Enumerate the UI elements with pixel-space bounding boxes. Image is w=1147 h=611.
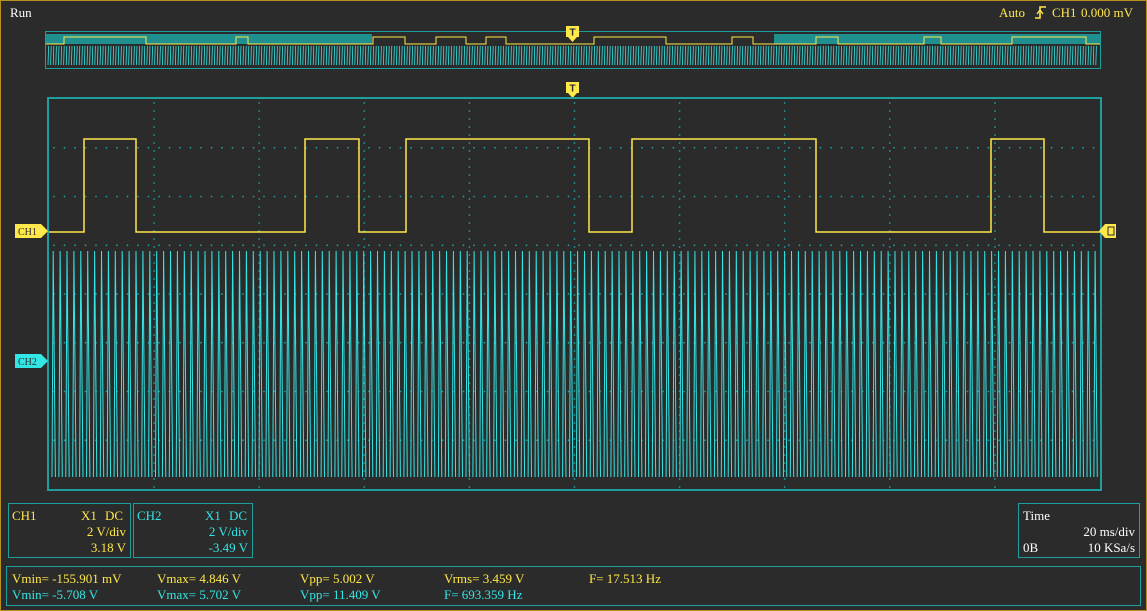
ch1-vmin: Vmin= -155.901 mV: [12, 571, 122, 586]
ch2-probe: X1: [205, 508, 221, 523]
timebase-title: Time: [1023, 508, 1050, 523]
ch1-frequency: F= 17.513 Hz: [589, 571, 661, 586]
timebase-panel[interactable]: Time 20 ms/div 0B 10 KSa/s: [1018, 503, 1140, 558]
ch2-offset: -3.49 V: [208, 540, 248, 555]
ch2-vmax: Vmax= 5.702 V: [157, 587, 242, 602]
ch1-vmax: Vmax= 4.846 V: [157, 571, 242, 586]
ch1-settings-panel[interactable]: CH1 X1 DC 2 V/div 3.18 V: [8, 503, 131, 558]
svg-text:CH2: CH2: [18, 357, 37, 368]
overview-window-left: [46, 34, 372, 44]
svg-text:T: T: [569, 84, 575, 95]
ch2-name: CH2: [137, 508, 162, 523]
overview-ch2-trace: [47, 45, 1097, 66]
trigger-level[interactable]: 0.000 mV: [1081, 5, 1133, 21]
trigger-position-marker[interactable]: T: [566, 82, 580, 98]
ch2-vpp: Vpp= 11.409 V: [300, 587, 381, 602]
trigger-mode[interactable]: Auto: [999, 5, 1025, 21]
overview-window-right: [774, 34, 1100, 44]
ch1-level-marker[interactable]: CH1: [15, 224, 49, 238]
ch1-vrms: Vrms= 3.459 V: [444, 571, 525, 586]
ch2-coupling: DC: [229, 508, 248, 523]
ch2-settings-panel[interactable]: CH2 X1 DC 2 V/div -3.49 V: [133, 503, 253, 558]
rising-edge-trigger-icon: [1034, 4, 1048, 20]
ch2-frequency: F= 693.359 Hz: [444, 587, 523, 602]
svg-text:CH1: CH1: [18, 227, 37, 238]
ch1-coupling: DC: [105, 508, 124, 523]
trigger-level-marker[interactable]: [1099, 224, 1117, 238]
sample-rate: 10 KSa/s: [1087, 540, 1135, 555]
ch1-scale: 2 V/div: [86, 524, 126, 539]
timebase-scale: 20 ms/div: [1083, 524, 1135, 539]
ch1-offset: 3.18 V: [90, 540, 126, 555]
ch2-level-marker[interactable]: CH2: [15, 354, 49, 368]
svg-text:T: T: [569, 28, 575, 39]
waveform-display[interactable]: [47, 97, 1102, 491]
ch2-trace: [51, 250, 1098, 478]
overview-trigger-marker[interactable]: T: [566, 26, 580, 42]
ch1-probe: X1: [81, 508, 97, 523]
ch2-scale: 2 V/div: [208, 524, 248, 539]
ch1-trace: [49, 138, 1100, 233]
run-status[interactable]: Run: [10, 5, 32, 21]
ch1-name: CH1: [12, 508, 37, 523]
measurement-bar: Vmin= -155.901 mV Vmax= 4.846 V Vpp= 5.0…: [6, 566, 1141, 606]
memory-depth: 0B: [1023, 540, 1039, 555]
waveform-grid: [49, 102, 1100, 488]
ch1-vpp: Vpp= 5.002 V: [300, 571, 375, 586]
ch2-vmin: Vmin= -5.708 V: [12, 587, 99, 602]
trigger-source[interactable]: CH1: [1052, 5, 1077, 21]
